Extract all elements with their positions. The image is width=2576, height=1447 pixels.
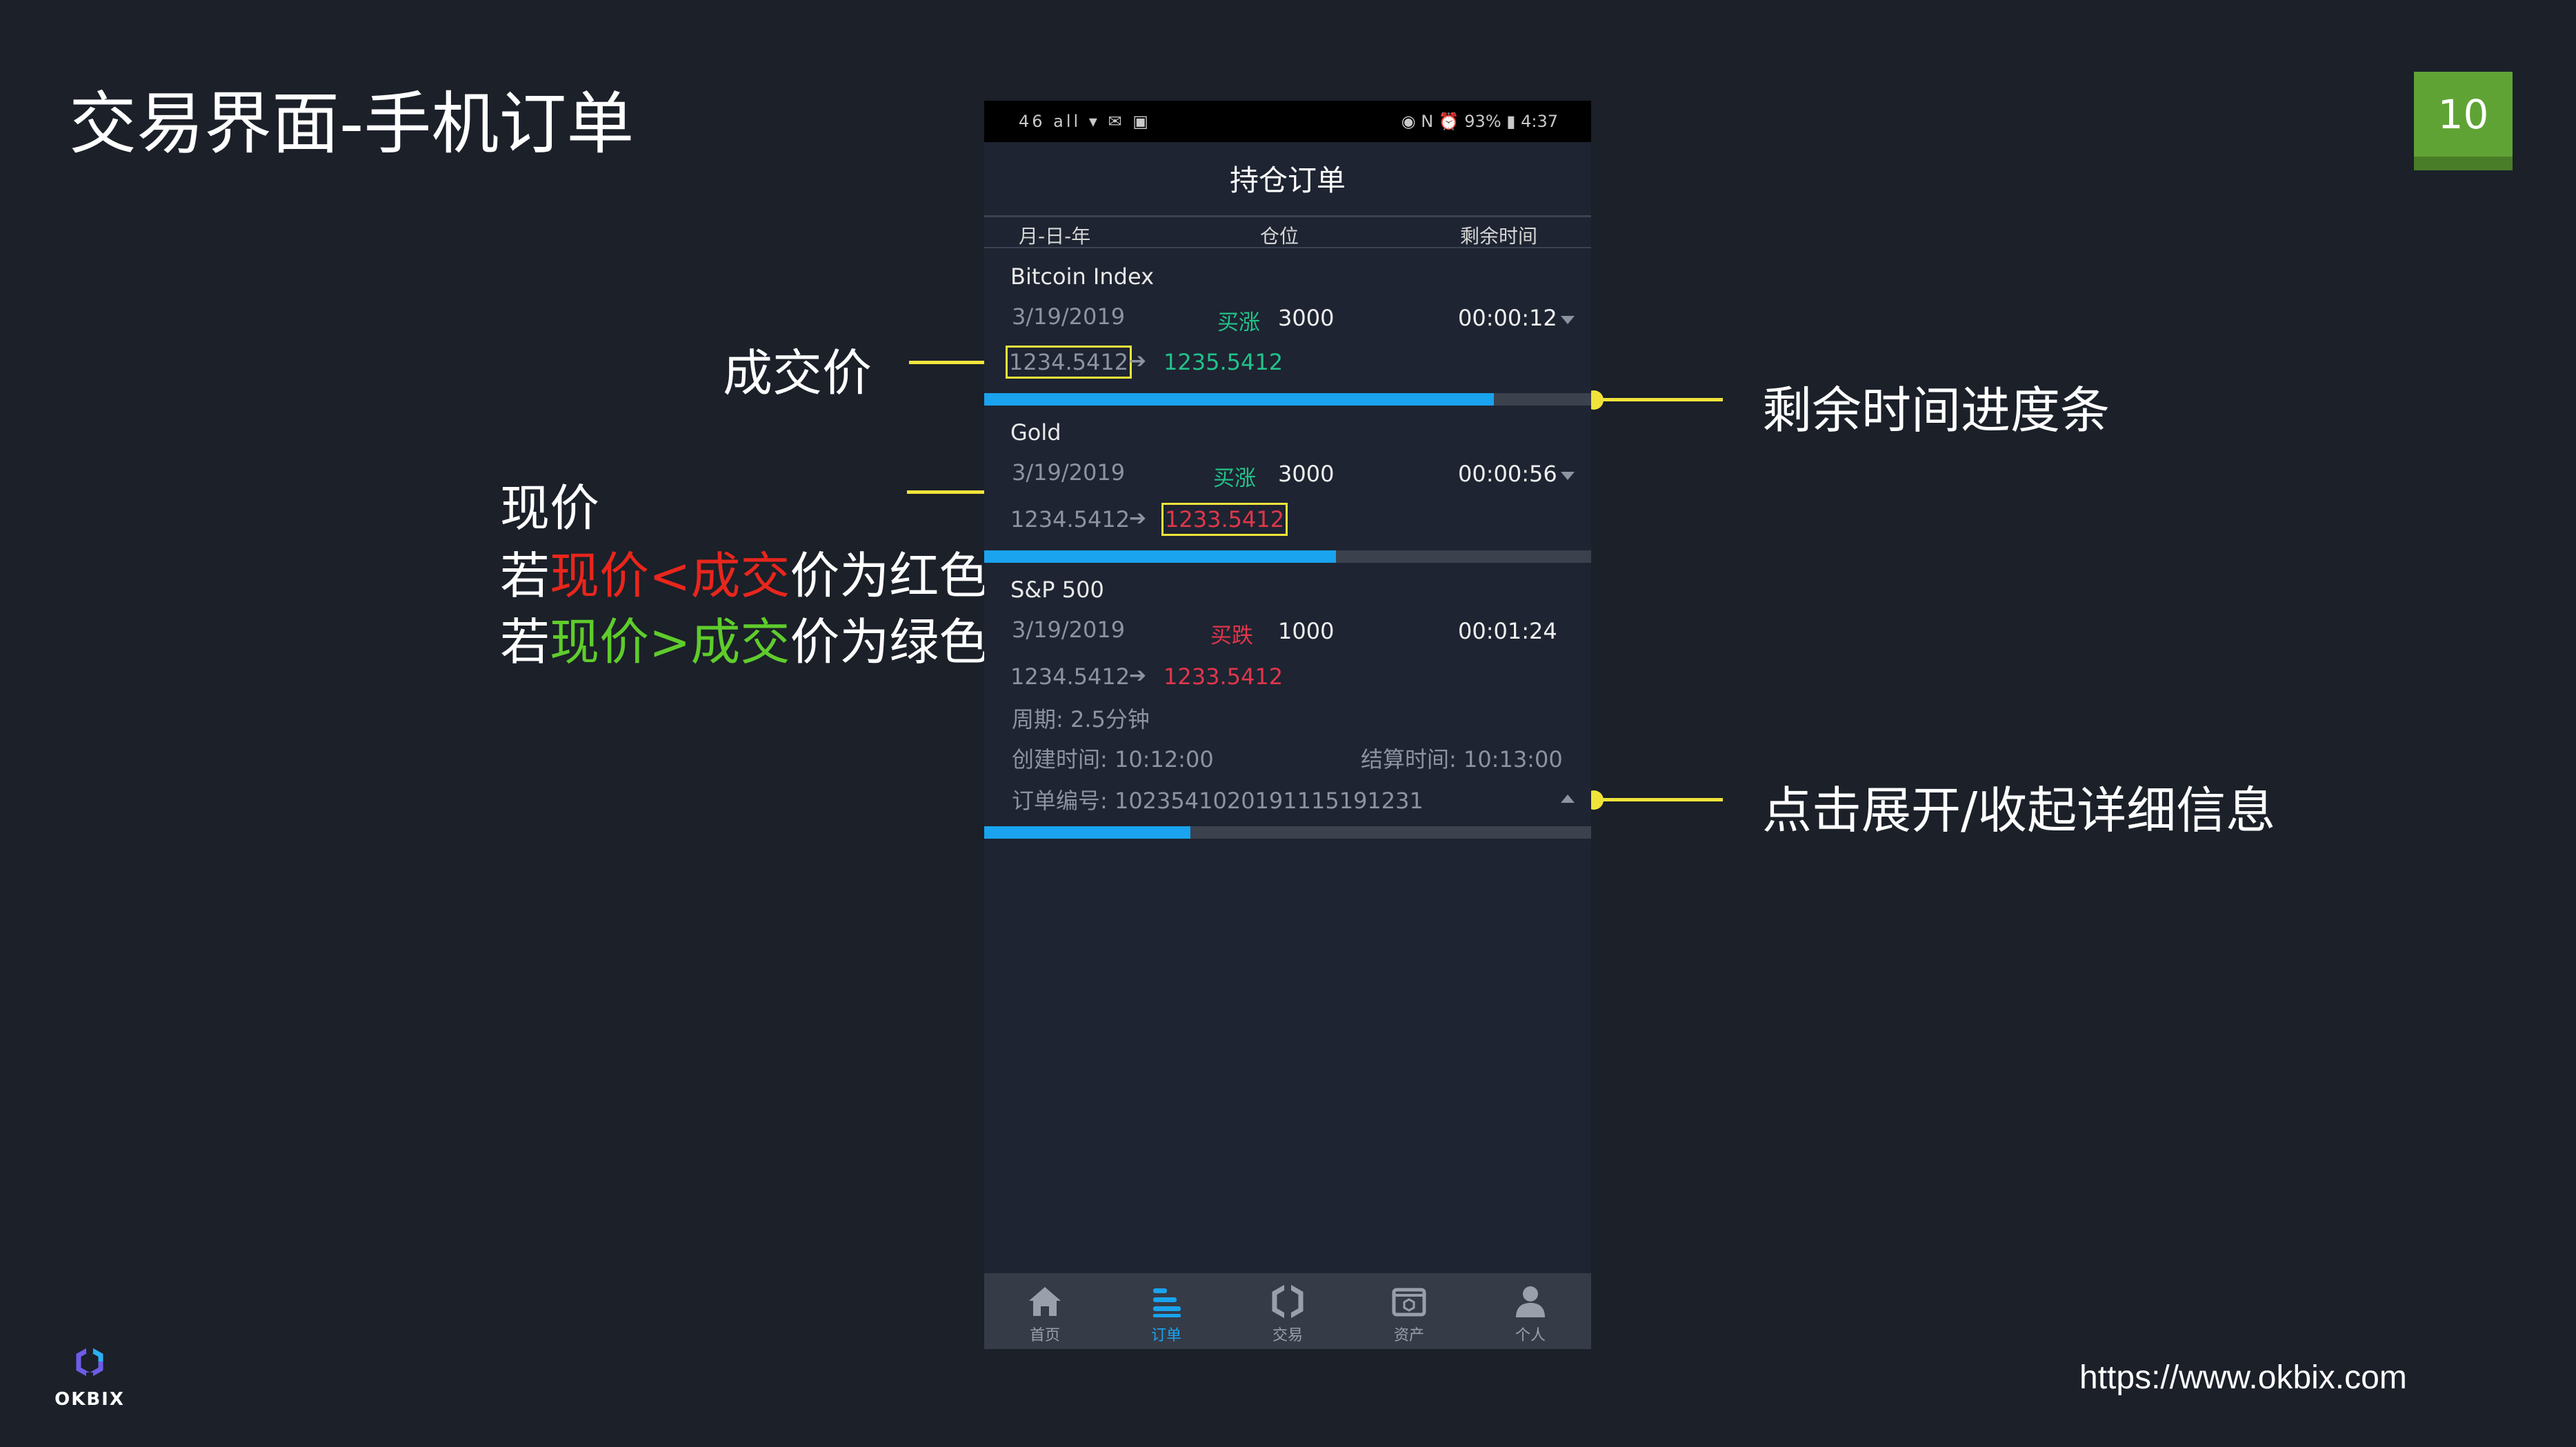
rule-green-op: > bbox=[649, 613, 691, 671]
collapse-caret-icon[interactable] bbox=[1561, 795, 1575, 803]
trade-icon bbox=[1272, 1282, 1304, 1321]
tab-home[interactable]: 首页 bbox=[984, 1273, 1106, 1349]
order-name: S&P 500 bbox=[1010, 577, 1104, 603]
rule-green-current: 现价 bbox=[550, 613, 650, 671]
remaining-progress-bar bbox=[984, 393, 1591, 406]
tab-assets[interactable]: 资产 bbox=[1348, 1273, 1470, 1349]
current-price: 1235.5412 bbox=[1164, 349, 1284, 375]
remaining-progress-fill bbox=[984, 550, 1337, 563]
rule-green-suffix: 价为绿色 bbox=[790, 613, 989, 671]
order-number: 订单编号: 102354102019111519123​1 bbox=[1012, 788, 1424, 814]
user-icon bbox=[1516, 1286, 1545, 1317]
order-period: 周期: 2.5分钟 bbox=[1012, 706, 1150, 732]
website-url[interactable]: https://www.okbix.com bbox=[2079, 1359, 2407, 1397]
rule-red-current: 现价 bbox=[550, 547, 650, 605]
bottom-tab-bar: 首页 订单 交易 资产 个人 bbox=[984, 1273, 1591, 1349]
order-date: 3/19/2019 bbox=[1012, 617, 1126, 643]
order-name: Gold bbox=[1010, 419, 1061, 446]
remaining-progress-bar bbox=[984, 826, 1591, 839]
status-right: ◉ N ⏰ 93% ▮ 4:37 bbox=[1401, 112, 1558, 131]
screen-title: 持仓订单 bbox=[1229, 163, 1346, 197]
order-quantity: 3000 bbox=[1278, 305, 1335, 331]
slide-title: 交易界面-手机订单 bbox=[69, 85, 635, 163]
order-date: 3/19/2019 bbox=[1012, 459, 1126, 486]
expand-caret-icon[interactable] bbox=[1561, 316, 1575, 324]
order-remaining-time: 00:01:24 bbox=[1458, 618, 1557, 644]
remaining-progress-fill bbox=[984, 826, 1191, 839]
current-price: 1233.5412 bbox=[1161, 503, 1288, 536]
order-direction: 买跌 bbox=[1210, 623, 1253, 648]
order-date: 3/19/2019 bbox=[1012, 303, 1126, 330]
current-price: 1233.5412 bbox=[1164, 663, 1284, 690]
page-number-badge: 10 bbox=[2414, 72, 2513, 170]
okbix-logo-mark bbox=[76, 1345, 103, 1381]
rule-red-op: < bbox=[649, 547, 691, 605]
page-badge-underbar bbox=[2414, 157, 2513, 170]
callout-line-expand bbox=[1594, 798, 1723, 801]
home-icon bbox=[1029, 1287, 1061, 1316]
tab-trade[interactable]: 交易 bbox=[1227, 1273, 1348, 1349]
arrow-right-icon: ➔ bbox=[1129, 349, 1147, 373]
rule-green-deal: 成交 bbox=[690, 613, 790, 671]
order-direction: 买涨 bbox=[1213, 466, 1256, 491]
order-settle-time: 结算时间: 10:13:00 bbox=[1361, 746, 1563, 772]
tab-label-home: 首页 bbox=[1029, 1327, 1060, 1344]
rule-red-suffix: 价为红色 bbox=[790, 547, 989, 605]
tab-label-orders: 订单 bbox=[1150, 1327, 1181, 1344]
logo-text: OKBIX bbox=[54, 1389, 125, 1410]
tab-label-profile: 个人 bbox=[1515, 1327, 1546, 1344]
title-divider bbox=[984, 215, 1591, 217]
wallet-icon bbox=[1392, 1288, 1426, 1317]
tab-profile[interactable]: 个人 bbox=[1470, 1273, 1591, 1349]
column-header-remaining: 剩余时间 bbox=[1460, 225, 1538, 248]
arrow-right-icon: ➔ bbox=[1129, 663, 1147, 688]
okbix-logo: OKBIX bbox=[54, 1345, 126, 1410]
remaining-progress-bar bbox=[984, 550, 1591, 563]
annotation-rule-green: 若现价>成交价为绿色 bbox=[500, 601, 988, 674]
order-direction: 买涨 bbox=[1217, 310, 1260, 335]
arrow-right-icon: ➔ bbox=[1129, 506, 1147, 530]
annotation-remaining-bar: 剩余时间进度条 bbox=[1762, 381, 2110, 439]
phone-screen: 46 all ▾ ✉ ▣ ◉ N ⏰ 93% ▮ 4:37 持仓订单 月-日-年… bbox=[984, 101, 1591, 1349]
order-remaining-time: 00:00:12 bbox=[1458, 305, 1557, 331]
tab-label-assets: 资产 bbox=[1393, 1327, 1424, 1344]
page-number: 10 bbox=[2437, 91, 2489, 138]
rule-green-prefix: 若 bbox=[500, 613, 550, 671]
tab-orders[interactable]: 订单 bbox=[1106, 1273, 1227, 1349]
order-created-time: 创建时间: 10:12:00 bbox=[1012, 746, 1214, 772]
annotation-deal-price: 成交价 bbox=[723, 344, 872, 402]
tab-label-trade: 交易 bbox=[1272, 1327, 1303, 1344]
rule-red-prefix: 若 bbox=[500, 547, 550, 605]
annotation-expand: 点击展开/收起详细信息 bbox=[1762, 781, 2276, 839]
orders-icon bbox=[1153, 1288, 1181, 1317]
expand-caret-icon[interactable] bbox=[1561, 472, 1575, 480]
column-header-divider bbox=[984, 247, 1591, 248]
order-quantity: 1000 bbox=[1278, 618, 1335, 644]
status-bar: 46 all ▾ ✉ ▣ ◉ N ⏰ 93% ▮ 4:37 bbox=[984, 101, 1591, 142]
status-left: 46 all ▾ ✉ ▣ bbox=[1019, 112, 1151, 131]
deal-price: 1234.5412 bbox=[1005, 346, 1132, 379]
deal-price: 1234.5412 bbox=[1010, 506, 1130, 532]
order-quantity: 3000 bbox=[1278, 461, 1335, 487]
column-header-date: 月-日-年 bbox=[1019, 225, 1091, 248]
annotation-rule-red: 若现价<成交价为红色 bbox=[500, 535, 988, 608]
remaining-progress-fill bbox=[984, 393, 1495, 406]
rule-red-deal: 成交 bbox=[690, 547, 790, 605]
order-remaining-time: 00:00:56 bbox=[1458, 461, 1557, 487]
callout-line-progress bbox=[1594, 398, 1723, 401]
order-name: Bitcoin Index bbox=[1010, 263, 1154, 290]
annotation-current-price: 现价 bbox=[500, 479, 600, 537]
column-header-position: 仓位 bbox=[1260, 225, 1299, 248]
deal-price: 1234.5412 bbox=[1010, 663, 1130, 690]
